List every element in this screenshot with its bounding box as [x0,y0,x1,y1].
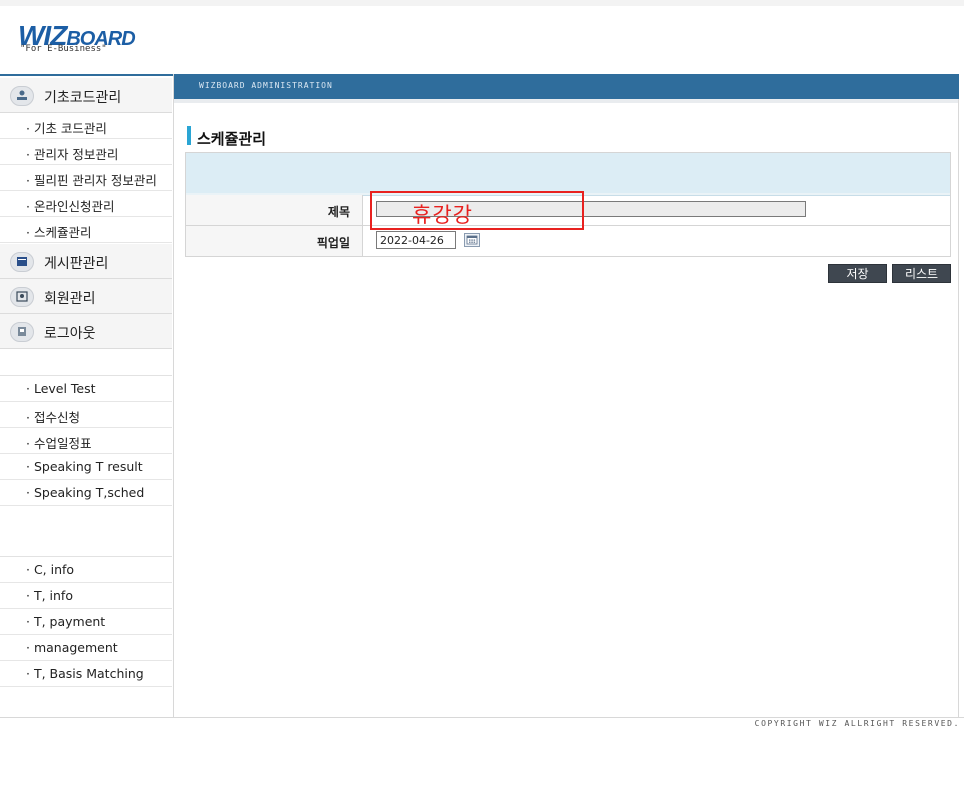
sidebar-item-label: · Speaking T,sched [26,485,145,500]
sidebar-item-c-info[interactable]: · C, info [0,557,172,583]
sidebar-item-t-basis-matching[interactable]: · T, Basis Matching [0,661,172,687]
form-header [186,153,950,196]
sidebar: 기초코드관리 · 기초 코드관리 · 관리자 정보관리 · 필리핀 관리자 정보… [0,74,174,717]
sidebar-section-basecode[interactable]: 기초코드관리 [0,78,172,113]
sidebar-section-label: 로그아웃 [44,326,96,342]
sidebar-section-board[interactable]: 게시판관리 [0,244,172,279]
admin-bar-shadow [174,99,959,103]
copyright-text: COPYRIGHT WIZ ALLRIGHT RESERVED. [754,719,960,728]
list-button[interactable]: 리스트 [892,264,951,283]
sidebar-item-label: · 스케쥴관리 [26,225,92,240]
wizboard-logo[interactable]: WIZBOARD "For E-Business" [18,20,138,60]
sidebar-item-speaking-sched[interactable]: · Speaking T,sched [0,480,172,506]
sidebar-item-registration[interactable]: · 접수신청 [0,402,172,428]
sidebar-item-label: · Level Test [26,381,96,396]
sidebar-section-logout[interactable]: 로그아웃 [0,314,172,349]
sidebar-item-level-test[interactable]: · Level Test [0,376,172,402]
sidebar-item-label: · 기초 코드관리 [26,121,107,136]
logo-tagline: "For E-Business" [20,44,107,54]
form-row-pickup-date: 픽업일 [186,226,950,256]
board-icon [10,252,34,272]
sidebar-item-online-apply[interactable]: · 온라인신청관리 [0,191,172,217]
page-title-marker [187,126,191,145]
footer-divider [0,717,964,718]
subject-label-cell: 제목 [186,195,363,225]
pickup-date-label: 픽업일 [316,236,350,250]
sidebar-item-label: · T, payment [26,614,106,629]
highlight-text: 휴강강 [412,203,473,227]
save-button[interactable]: 저장 [828,264,887,283]
sidebar-item-label: · T, Basis Matching [26,666,144,681]
sidebar-item-t-payment[interactable]: · T, payment [0,609,172,635]
sidebar-item-admin-info[interactable]: · 관리자 정보관리 [0,139,172,165]
sidebar-item-schedule[interactable]: · 스케쥴관리 [0,217,172,243]
sidebar-item-label: · 온라인신청관리 [26,199,115,214]
subject-label: 제목 [327,205,350,219]
admin-bar-label: WIZBOARD ADMINISTRATION [199,81,333,90]
sidebar-section-label: 게시판관리 [44,256,109,272]
pickup-date-input[interactable] [376,231,456,249]
sidebar-item-label: · 필리핀 관리자 정보관리 [26,173,157,188]
sidebar-item-class-schedule[interactable]: · 수업일정표 [0,428,172,454]
sidebar-item-label: · T, info [26,588,73,603]
sidebar-item-speaking-result[interactable]: · Speaking T result [0,454,172,480]
sidebar-item-label: · 접수신청 [26,410,80,425]
sidebar-item-ph-admin-info[interactable]: · 필리핀 관리자 정보관리 [0,165,172,191]
sidebar-item-label: · 관리자 정보관리 [26,147,119,162]
date-label-cell: 픽업일 [186,226,363,256]
member-icon [10,287,34,307]
sidebar-item-label: · management [26,640,118,655]
sidebar-item-label: · 수업일정표 [26,436,92,451]
highlight-box [370,191,584,230]
sidebar-item-label: · C, info [26,562,75,577]
admin-header-bar: WIZBOARD ADMINISTRATION [174,74,959,99]
logout-icon [10,322,34,342]
sidebar-section-label: 회원관리 [44,291,96,307]
sidebar-section-label: 기초코드관리 [44,90,122,106]
user-icon [10,86,34,106]
sidebar-top-line [0,74,173,76]
sidebar-section-member[interactable]: 회원관리 [0,279,172,314]
main-right-border [958,99,959,717]
sidebar-item-basecode[interactable]: · 기초 코드관리 [0,113,172,139]
top-strip [0,0,964,6]
sidebar-item-t-info[interactable]: · T, info [0,583,172,609]
calendar-icon[interactable] [464,233,480,247]
page-title: 스케쥴관리 [197,130,267,148]
sidebar-item-label: · Speaking T result [26,459,143,474]
sidebar-item-management[interactable]: · management [0,635,172,661]
